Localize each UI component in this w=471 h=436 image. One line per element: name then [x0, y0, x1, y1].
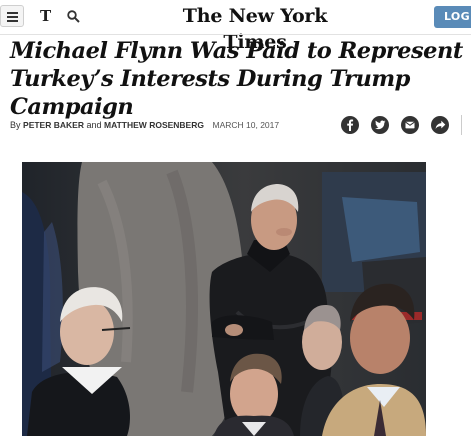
hamburger-menu-icon: [7, 12, 18, 14]
byline: By PETER BAKER and MATTHEW ROSENBERG MAR…: [10, 118, 310, 132]
article-photo-image: [22, 162, 426, 436]
sections-logo[interactable]: T: [40, 7, 54, 25]
facebook-share-button[interactable]: [341, 116, 359, 134]
publish-date: MARCH 10, 2017: [212, 120, 280, 130]
login-button[interactable]: LOG IN: [434, 6, 471, 45]
author-link[interactable]: PETER BAKER: [23, 120, 84, 130]
byline-conjunction: and: [86, 120, 102, 130]
facebook-icon: [347, 119, 354, 131]
search-icon[interactable]: [67, 10, 80, 23]
hamburger-line: [7, 16, 18, 18]
more-share-button[interactable]: [431, 116, 449, 134]
twitter-share-button[interactable]: [371, 116, 389, 134]
byline-prefix: By: [10, 120, 21, 130]
article-headline: Michael Flynn Was Paid to Represent Turk…: [10, 38, 463, 120]
menu-button[interactable]: [0, 5, 24, 27]
email-share-button[interactable]: [401, 116, 419, 134]
header-divider: [0, 34, 471, 35]
share-icon: [435, 120, 446, 129]
author-link[interactable]: MATTHEW ROSENBERG: [104, 120, 204, 130]
share-divider: [461, 115, 462, 135]
article-photo: [22, 162, 426, 436]
twitter-icon: [375, 120, 386, 130]
hamburger-line: [7, 20, 18, 22]
email-icon: [405, 121, 415, 129]
masthead-logo[interactable]: The New York Times: [150, 3, 360, 53]
top-navigation-bar: T The New York Times LOG IN: [0, 0, 471, 53]
